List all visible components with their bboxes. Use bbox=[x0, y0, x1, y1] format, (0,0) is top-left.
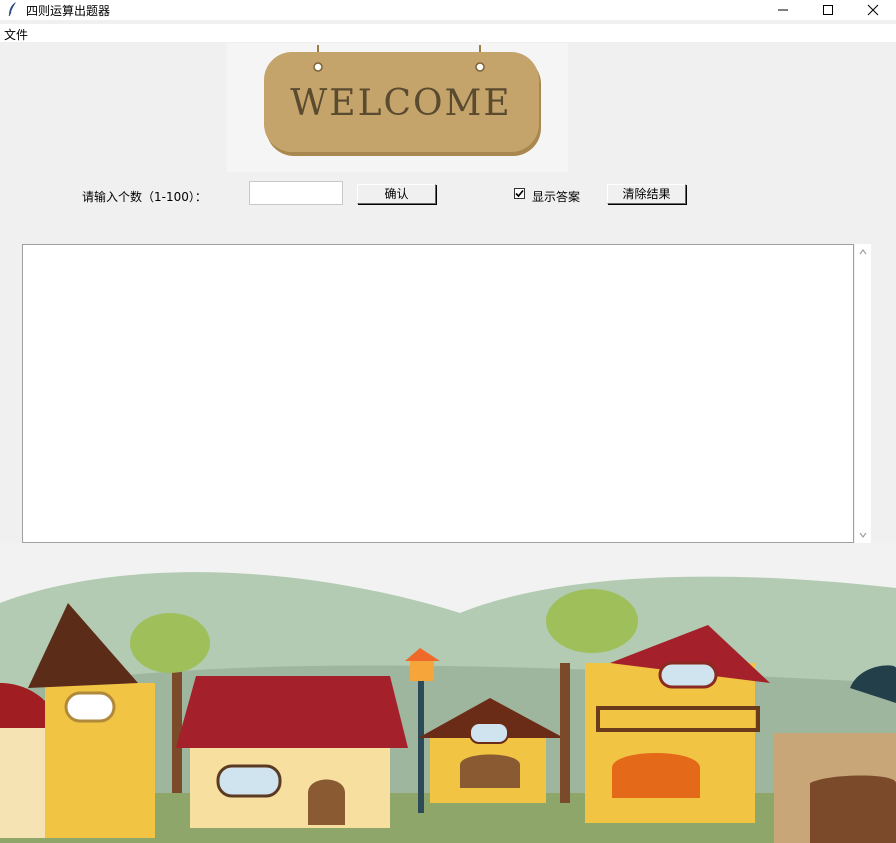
maximize-icon bbox=[823, 5, 833, 15]
show-answer-label[interactable]: 显示答案 bbox=[532, 188, 580, 205]
results-textarea[interactable] bbox=[22, 244, 854, 543]
welcome-banner: WELCOME bbox=[227, 43, 568, 172]
menu-bar: 文件 bbox=[0, 24, 896, 42]
count-label: 请输入个数（1-100）： bbox=[82, 190, 207, 204]
scroll-down-icon[interactable] bbox=[858, 531, 868, 539]
houses-background-image bbox=[0, 543, 896, 843]
window-title: 四则运算出题器 bbox=[26, 4, 111, 18]
minimize-icon bbox=[778, 9, 788, 11]
title-bar: 四则运算出题器 bbox=[0, 0, 896, 20]
welcome-sign-image: WELCOME bbox=[264, 45, 541, 156]
minimize-button[interactable] bbox=[760, 0, 806, 20]
close-button[interactable] bbox=[850, 0, 896, 20]
welcome-text: WELCOME bbox=[290, 83, 511, 124]
show-answer-checkbox[interactable] bbox=[514, 188, 525, 199]
clear-results-button[interactable]: 清除结果 bbox=[607, 184, 686, 204]
results-scrollbar[interactable] bbox=[855, 244, 871, 543]
scroll-up-icon[interactable] bbox=[858, 248, 868, 256]
close-icon bbox=[867, 4, 879, 16]
maximize-button[interactable] bbox=[805, 0, 851, 20]
checkmark-icon bbox=[515, 189, 524, 198]
feather-icon bbox=[8, 2, 16, 17]
menu-file[interactable]: 文件 bbox=[4, 26, 28, 43]
confirm-button[interactable]: 确认 bbox=[357, 184, 436, 204]
count-input[interactable] bbox=[249, 181, 343, 205]
